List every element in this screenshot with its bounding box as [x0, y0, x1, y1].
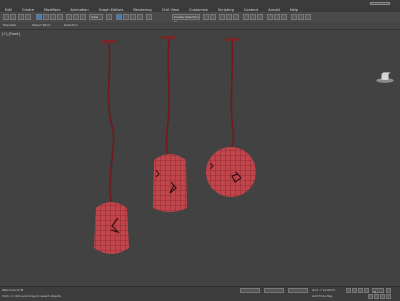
window-crossing-icon[interactable] [57, 14, 63, 20]
arnold-render-icon[interactable] [291, 14, 297, 20]
menu-customize[interactable]: Customize [184, 8, 213, 12]
schematic-view-icon[interactable] [250, 14, 256, 20]
redo-icon[interactable] [10, 14, 16, 20]
field-of-view-icon[interactable] [368, 294, 373, 299]
grid-size: Grid = 10.0mm [312, 288, 336, 292]
lamp-scene [94, 36, 256, 254]
menu-scripting[interactable]: Scripting [213, 8, 239, 12]
select-by-name-icon[interactable] [43, 14, 49, 20]
rotate-icon[interactable] [73, 14, 79, 20]
zoom-all-icon[interactable] [374, 294, 379, 299]
next-frame-icon[interactable] [364, 288, 369, 293]
rendered-frame-window-icon[interactable] [274, 14, 280, 20]
menu-graph-editors[interactable]: Graph Editors [94, 8, 129, 12]
menu-create[interactable]: Create [17, 8, 39, 12]
middle-shade [153, 154, 187, 212]
ribbon-tabs: Populate Object Paint Selection [0, 22, 400, 30]
render-setup-icon[interactable] [267, 14, 273, 20]
unlink-icon[interactable] [25, 14, 31, 20]
select-object-icon[interactable] [36, 14, 42, 20]
zoom-icon[interactable] [380, 294, 385, 299]
menu-rendering[interactable]: Rendering [128, 8, 156, 12]
scene-explorer-icon[interactable] [219, 14, 225, 20]
front-viewport[interactable]: [+] [Front] [0, 30, 400, 286]
right-canopy [225, 38, 239, 41]
scale-icon[interactable] [80, 14, 86, 20]
z-coordinate-field[interactable] [288, 288, 308, 293]
title-bar [0, 0, 400, 7]
status-prompt: Click or click-and-drag to select object… [2, 294, 62, 298]
middle-pendant-lamp [153, 36, 187, 212]
rectangular-selection-icon[interactable] [50, 14, 56, 20]
arnold-lights-icon[interactable] [298, 14, 304, 20]
render-production-icon[interactable] [281, 14, 287, 20]
left-shade [94, 202, 129, 254]
menu-arnold[interactable]: Arnold [263, 8, 285, 12]
snap-toggle-icon[interactable] [116, 14, 122, 20]
pivot-icon[interactable] [106, 14, 112, 20]
middle-cord [165, 38, 170, 163]
orbit-icon[interactable] [386, 294, 391, 299]
play-icon[interactable] [358, 288, 363, 293]
angle-snap-icon[interactable] [123, 14, 129, 20]
right-shade [206, 147, 256, 197]
status-bar: Welcome to M Click or click-and-drag to … [0, 286, 400, 301]
welcome-text: Welcome to M [2, 288, 24, 292]
ribbon-toggle-icon[interactable] [233, 14, 239, 20]
layer-explorer-icon[interactable] [226, 14, 232, 20]
middle-canopy [162, 36, 176, 39]
right-pendant-lamp [206, 38, 256, 197]
right-cord [230, 40, 235, 151]
menu-help[interactable]: Help [285, 8, 303, 12]
move-icon[interactable] [66, 14, 72, 20]
menu-content[interactable]: Content [239, 8, 263, 12]
align-icon[interactable] [210, 14, 216, 20]
undo-icon[interactable] [3, 14, 9, 20]
menu-animation[interactable]: Animation [65, 8, 93, 12]
curve-editor-icon[interactable] [243, 14, 249, 20]
tab-selection[interactable]: Selection [64, 23, 78, 28]
x-coordinate-field[interactable] [240, 288, 260, 293]
go-to-start-icon[interactable] [346, 288, 351, 293]
y-coordinate-field[interactable] [264, 288, 284, 293]
search-help-input[interactable] [370, 2, 390, 5]
percent-snap-icon[interactable] [130, 14, 136, 20]
tab-object-paint[interactable]: Object Paint [32, 23, 50, 28]
menu-civil-view[interactable]: Civil View [157, 8, 184, 12]
link-icon[interactable] [18, 14, 24, 20]
add-time-tag[interactable]: Add Time Tag [312, 294, 332, 298]
current-frame-field[interactable]: 0 [372, 288, 384, 294]
edit-named-selection-icon[interactable] [146, 14, 152, 20]
left-cord [107, 42, 115, 207]
reference-coordinate-dropdown[interactable]: View [89, 14, 103, 20]
menu-edit[interactable]: Edit [0, 8, 17, 12]
menu-modifiers[interactable]: Modifiers [39, 8, 65, 12]
material-editor-icon[interactable] [257, 14, 263, 20]
mirror-icon[interactable] [203, 14, 209, 20]
arnold-ipr-icon[interactable] [305, 14, 311, 20]
previous-frame-icon[interactable] [352, 288, 357, 293]
named-selection-set-dropdown[interactable]: Create Selection Se [172, 14, 200, 24]
spinner-snap-icon[interactable] [137, 14, 143, 20]
pan-icon[interactable] [386, 288, 391, 293]
left-pendant-lamp [94, 40, 129, 254]
tab-populate[interactable]: Populate [3, 23, 16, 28]
left-canopy [102, 40, 116, 43]
